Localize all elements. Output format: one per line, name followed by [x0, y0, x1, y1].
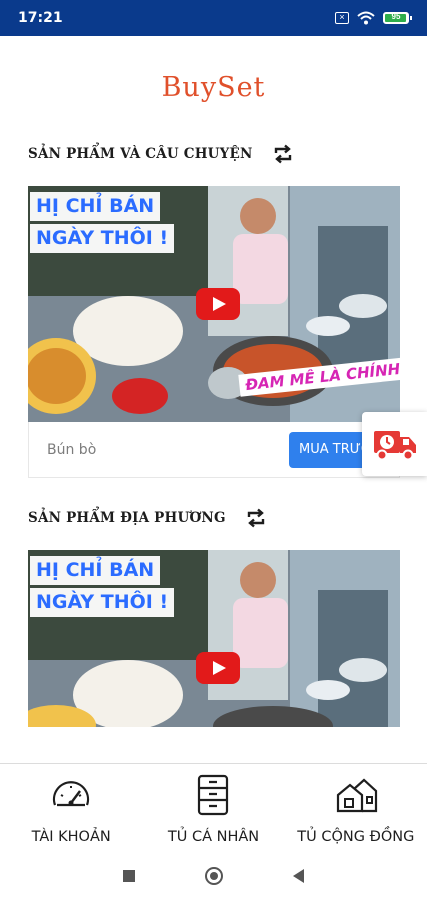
delivery-truck-icon	[373, 431, 416, 461]
bottom-navigation: TÀI KHOẢN TỦ CÁ NHÂN TỦ CỘNG ĐỒNG	[0, 763, 427, 851]
back-button[interactable]	[293, 868, 304, 883]
video-thumbnail-local[interactable]: HỊ CHỈ BÁN NGÀY THÔI !	[28, 550, 400, 727]
battery-percent: 95	[391, 12, 401, 21]
play-icon[interactable]	[196, 288, 240, 320]
cabinet-icon	[198, 774, 229, 816]
nav-personal-cabinet[interactable]: TỦ CÁ NHÂN	[142, 764, 284, 851]
delivery-button[interactable]	[362, 412, 427, 476]
speedometer-icon	[53, 781, 90, 807]
app-logo: BuySet	[161, 72, 266, 103]
home-button[interactable]	[205, 866, 223, 885]
nav-personal-cabinet-label: TỦ CÁ NHÂN	[167, 829, 260, 845]
status-time: 17:21	[18, 10, 63, 26]
video-headline-2: NGÀY THÔI !	[30, 224, 175, 253]
section-title-stories: SẢN PHẨM VÀ CÂU CHUYỆN	[28, 142, 295, 166]
video-headline-2: NGÀY THÔI !	[30, 588, 175, 617]
product-buy-row: Bún bò MUA TRƯỚC	[28, 422, 401, 478]
video-headline-1: HỊ CHỈ BÁN	[30, 556, 161, 585]
status-icons: × 95	[335, 11, 412, 25]
section-title-local: SẢN PHẨM ĐỊA PHƯƠNG	[28, 506, 268, 530]
nav-community-cabinet-label: TỦ CỘNG ĐỒNG	[297, 829, 415, 845]
video-headline-1: HỊ CHỈ BÁN	[30, 192, 161, 221]
notification-icon: ×	[335, 12, 349, 24]
section-title-label: SẢN PHẨM VÀ CÂU CHUYỆN	[28, 146, 253, 162]
status-bar: 17:21 × 95	[0, 0, 427, 36]
nav-account-label: TÀI KHOẢN	[31, 829, 111, 845]
nav-community-cabinet[interactable]: TỦ CỘNG ĐỒNG	[285, 764, 427, 851]
nav-account[interactable]: TÀI KHOẢN	[0, 764, 142, 851]
battery-icon: 95	[383, 12, 412, 24]
system-navigation-bar	[0, 851, 427, 900]
play-icon[interactable]	[196, 652, 240, 684]
recents-button[interactable]	[123, 869, 135, 882]
wifi-icon	[357, 11, 375, 25]
product-name: Bún bò	[47, 441, 97, 458]
refresh-icon[interactable]	[271, 142, 295, 166]
app-screen: 17:21 × 95 BuySet SẢN PHẨM VÀ CÂU CHUYỆN	[0, 0, 427, 900]
section-title-label: SẢN PHẨM ĐỊA PHƯƠNG	[28, 510, 226, 526]
video-thumbnail-stories[interactable]: HỊ CHỈ BÁN NGÀY THÔI ! ĐAM MÊ LÀ CHÍNH	[28, 186, 400, 422]
community-houses-icon	[336, 778, 377, 813]
refresh-icon[interactable]	[244, 506, 268, 530]
